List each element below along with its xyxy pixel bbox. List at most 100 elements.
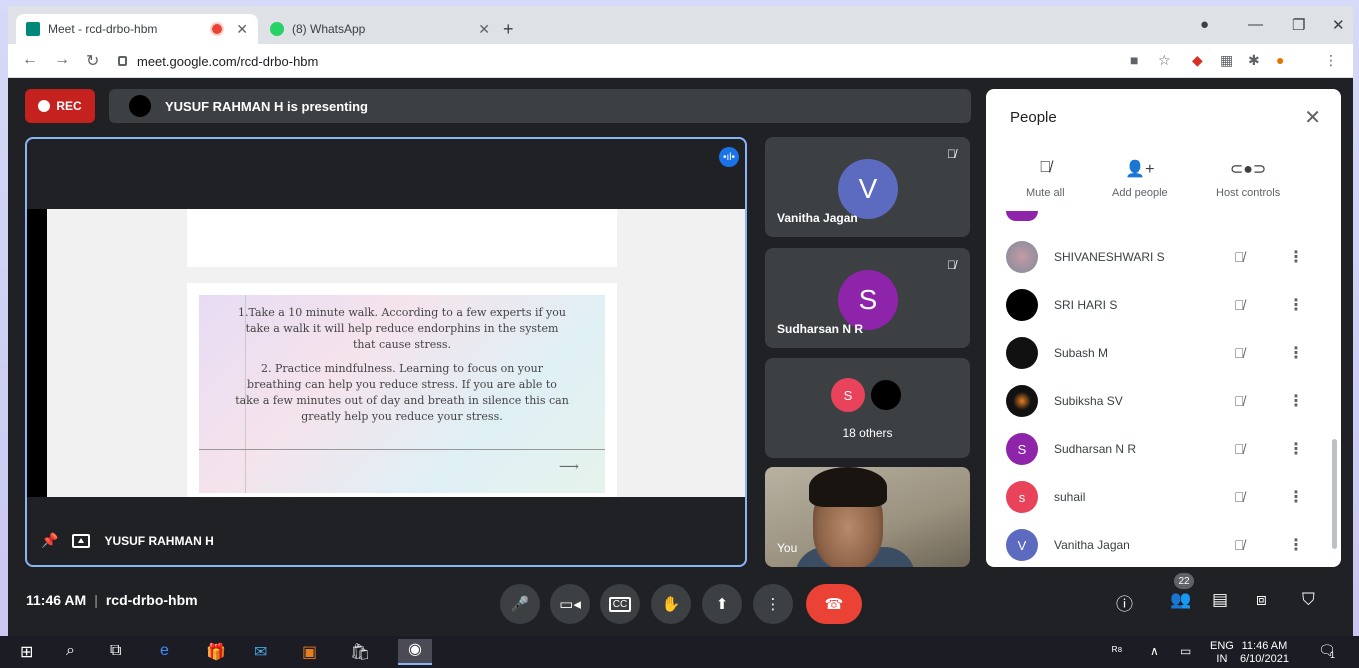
people-tray-icon[interactable]: ᴿ⁸: [1112, 644, 1122, 658]
more-options-icon[interactable]: ⋮: [1288, 439, 1304, 459]
back-icon[interactable]: ←: [22, 51, 38, 69]
slide-content: 1.Take a 10 minute walk. According to a …: [199, 295, 605, 493]
mic-off-icon[interactable]: 🎙̸: [1234, 441, 1245, 457]
slide-paragraph-2: 2. Practice mindfulness. Learning to foc…: [235, 361, 569, 423]
mic-off-icon[interactable]: 🎙̸: [1234, 489, 1245, 505]
tab-meet[interactable]: Meet - rcd-drbo-hbm ✕: [16, 14, 258, 44]
host-controls-label: Host controls: [1216, 187, 1281, 199]
participant-name: Sudharsan N R: [777, 322, 864, 336]
list-item[interactable]: SRI HARI S 🎙̸ ⋮: [986, 281, 1341, 329]
participant-tile-vanitha[interactable]: V 🎙̸ Vanitha Jagan: [765, 137, 970, 237]
forward-icon[interactable]: →: [54, 51, 70, 69]
close-tab-icon[interactable]: ✕: [478, 21, 490, 38]
more-options-icon[interactable]: ⋮: [1288, 487, 1304, 507]
search-icon[interactable]: ⌕: [66, 642, 75, 660]
windows-start-icon[interactable]: ⊞: [20, 642, 33, 662]
whatsapp-favicon-icon: [270, 22, 284, 36]
show-hidden-icons[interactable]: ∧: [1150, 644, 1159, 658]
tab-strip: Meet - rcd-drbo-hbm ✕ (8) WhatsApp ✕ + ●…: [8, 6, 1353, 44]
list-item[interactable]: S Sudharsan N R 🎙̸ ⋮: [986, 425, 1341, 473]
mic-off-icon[interactable]: 🎙̸: [1234, 249, 1245, 265]
avatar: S: [838, 270, 898, 330]
mail-icon[interactable]: ✉: [254, 642, 267, 662]
gift-app-icon[interactable]: 🎁: [206, 642, 226, 662]
avatar: [1006, 241, 1038, 273]
participant-tile-sudharsan[interactable]: S 🎙̸ Sudharsan N R: [765, 248, 970, 348]
meet-favicon-icon: [26, 22, 40, 36]
clock[interactable]: 11:46 AM 6/10/2021: [1240, 640, 1289, 666]
slide-divider: [199, 449, 605, 450]
main-presentation-tile[interactable]: •ıl• 1.Take a 10 minute walk. According …: [25, 137, 747, 567]
meeting-info-icon[interactable]: ⓘ: [1116, 590, 1133, 615]
extensions-puzzle-icon[interactable]: ✱: [1248, 52, 1260, 69]
list-item[interactable]: V Vanitha Jagan 🎙̸ ⋮: [986, 521, 1341, 567]
minimize-icon[interactable]: —: [1248, 16, 1263, 33]
browser-window: Meet - rcd-drbo-hbm ✕ (8) WhatsApp ✕ + ●…: [8, 6, 1353, 636]
more-options-icon[interactable]: ⋮: [1288, 343, 1304, 363]
camera-indicator-icon[interactable]: ■: [1130, 52, 1138, 68]
restore-icon[interactable]: ❐: [1292, 16, 1305, 34]
add-people-label: Add people: [1112, 187, 1168, 199]
list-item[interactable]: Subash M 🎙̸ ⋮: [986, 329, 1341, 377]
present-now-button[interactable]: ⬆: [702, 584, 742, 624]
avatar: [1006, 337, 1038, 369]
address-bar[interactable]: meet.google.com/rcd-drbo-hbm: [118, 49, 1118, 73]
microphone-button[interactable]: 🎤: [500, 584, 540, 624]
chrome-icon[interactable]: ◉: [398, 639, 432, 665]
extension-icon[interactable]: ◆: [1192, 52, 1203, 69]
chat-icon[interactable]: ▤: [1212, 590, 1228, 610]
camera-button[interactable]: ▭◂: [550, 584, 590, 624]
url-text: meet.google.com/rcd-drbo-hbm: [137, 53, 319, 69]
list-item[interactable]: s suhail 🎙̸ ⋮: [986, 473, 1341, 521]
add-people-button[interactable]: 👤+ Add people: [1112, 159, 1168, 199]
participant-name: SHIVANESHWARI S: [1054, 250, 1165, 264]
edge-icon[interactable]: e: [160, 642, 169, 660]
store-icon[interactable]: 🛍: [350, 642, 370, 662]
battery-icon[interactable]: ▭: [1180, 644, 1191, 658]
avatar: [1006, 289, 1038, 321]
participant-count-badge: 22: [1174, 573, 1194, 589]
chrome-menu-icon[interactable]: ⋮: [1324, 52, 1338, 69]
captions-button[interactable]: CC: [600, 584, 640, 624]
mic-off-icon[interactable]: 🎙̸: [1234, 345, 1245, 361]
tab-whatsapp-title: (8) WhatsApp: [292, 22, 366, 36]
list-item[interactable]: Subiksha SV 🎙̸ ⋮: [986, 377, 1341, 425]
task-view-icon[interactable]: ⧉: [110, 642, 121, 660]
others-tile[interactable]: S 18 others: [765, 358, 970, 458]
more-options-icon[interactable]: ⋮: [1288, 391, 1304, 411]
raise-hand-button[interactable]: ✋: [651, 584, 691, 624]
self-video-tile[interactable]: You: [765, 467, 970, 567]
clock-date: 6/10/2021: [1240, 653, 1289, 666]
list-item[interactable]: SHIVANESHWARI S 🎙̸ ⋮: [986, 233, 1341, 281]
close-icon[interactable]: ✕: [1304, 105, 1321, 130]
more-options-button[interactable]: ⋮: [753, 584, 793, 624]
mic-off-icon: 🎙̸: [1039, 159, 1052, 176]
pin-icon[interactable]: 📌: [41, 532, 58, 549]
profile-dot-icon[interactable]: ●: [1200, 16, 1209, 33]
reload-icon[interactable]: ↻: [86, 51, 99, 71]
mic-off-icon[interactable]: 🎙̸: [1234, 393, 1245, 409]
extension-grid-icon[interactable]: ▦: [1220, 52, 1233, 69]
people-icon[interactable]: 👥: [1170, 590, 1191, 610]
more-options-icon[interactable]: ⋮: [1288, 247, 1304, 267]
tab-whatsapp[interactable]: (8) WhatsApp ✕: [260, 14, 500, 44]
host-controls-button[interactable]: ⊂●⊃ Host controls: [1216, 159, 1280, 199]
participant-name: SRI HARI S: [1054, 298, 1118, 312]
close-tab-icon[interactable]: ✕: [236, 21, 248, 38]
more-options-icon[interactable]: ⋮: [1288, 535, 1304, 555]
leave-call-button[interactable]: ☎: [806, 584, 862, 624]
mute-all-button[interactable]: 🎙̸ Mute all: [1026, 159, 1065, 199]
mic-off-icon[interactable]: 🎙̸: [1234, 297, 1245, 313]
profile-avatar-icon[interactable]: ●: [1276, 52, 1284, 68]
language-indicator[interactable]: ENG IN: [1210, 640, 1234, 666]
host-safety-icon[interactable]: ⛉: [1302, 590, 1315, 610]
office-app-icon[interactable]: ▣: [302, 642, 317, 662]
activities-icon[interactable]: ⧈: [1256, 590, 1267, 610]
new-tab-icon[interactable]: +: [503, 19, 514, 40]
bookmark-star-icon[interactable]: ☆: [1158, 52, 1171, 69]
close-window-icon[interactable]: ✕: [1332, 16, 1345, 34]
mic-off-icon[interactable]: 🎙̸: [1234, 537, 1245, 553]
participant-name: Vanitha Jagan: [1054, 538, 1130, 552]
more-options-icon[interactable]: ⋮: [1288, 295, 1304, 315]
scrollbar[interactable]: [1332, 439, 1337, 549]
